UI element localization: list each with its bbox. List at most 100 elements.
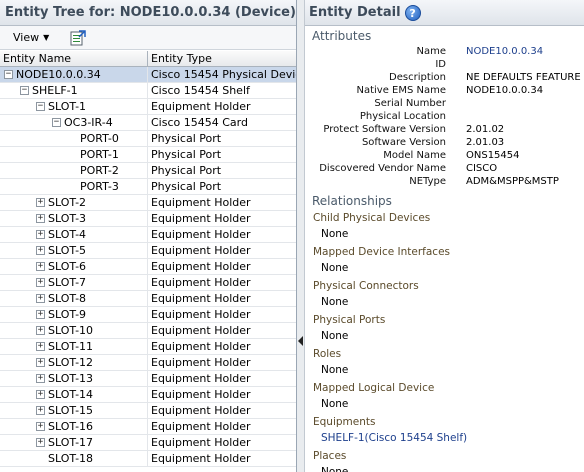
view-menu-button[interactable]: View ▼ — [6, 28, 56, 47]
entity-name-cell: + SLOT-2 — [0, 195, 148, 210]
relationship-label: Equipments — [313, 416, 376, 428]
relationship-value: None — [321, 364, 349, 376]
entity-name-label: SLOT-7 — [48, 276, 87, 289]
tree-row[interactable]: PORT-3 Physical Port — [0, 179, 296, 195]
tree-row[interactable]: + SLOT-16 Equipment Holder — [0, 419, 296, 435]
relationship-value: None — [321, 228, 349, 240]
attribute-row: Description NE DEFAULTS FEATURE — [305, 71, 584, 84]
collapse-icon[interactable]: − — [20, 86, 29, 95]
entity-name-label: PORT-1 — [80, 148, 119, 161]
tree-row[interactable]: + SLOT-15 Equipment Holder — [0, 403, 296, 419]
expand-icon[interactable]: + — [36, 310, 45, 319]
tree-row[interactable]: + SLOT-3 Equipment Holder — [0, 211, 296, 227]
entity-tree-panel: Entity Tree for: NODE10.0.0.34 (Device) … — [0, 0, 309, 472]
entity-type-cell: Equipment Holder — [151, 292, 251, 305]
expand-icon[interactable]: + — [36, 342, 45, 351]
tree-row[interactable]: PORT-1 Physical Port — [0, 147, 296, 163]
tree-row[interactable]: − NODE10.0.0.34 Cisco 15454 Physical Devic… — [0, 67, 296, 83]
tree-row[interactable]: + SLOT-10 Equipment Holder — [0, 323, 296, 339]
attribute-row: Name NODE10.0.0.34 — [305, 45, 584, 58]
tree-row[interactable]: + SLOT-8 Equipment Holder — [0, 291, 296, 307]
relationship-label: Child Physical Devices — [313, 212, 431, 224]
entity-detail-panel: Entity Detail ? Attributes Name NODE10.0.… — [305, 0, 584, 472]
entity-tree-header: Entity Tree for: NODE10.0.0.34 (Device) … — [0, 0, 309, 26]
panel-splitter[interactable] — [297, 0, 305, 472]
tree-row[interactable]: PORT-0 Physical Port — [0, 131, 296, 147]
tree-row[interactable]: + SLOT-14 Equipment Holder — [0, 387, 296, 403]
attribute-row: ID — [305, 58, 584, 71]
entity-name-cell: − SLOT-1 — [0, 99, 148, 114]
entity-name-label: PORT-0 — [80, 132, 119, 145]
expand-icon[interactable]: + — [36, 438, 45, 447]
entity-type-cell: Cisco 15454 Physical Device — [151, 68, 296, 81]
attribute-label: NEType — [409, 176, 446, 187]
tree-row[interactable]: + SLOT-11 Equipment Holder — [0, 339, 296, 355]
entity-type-cell: Physical Port — [151, 180, 222, 193]
expand-icon[interactable]: + — [36, 262, 45, 271]
entity-name-cell: + SLOT-13 — [0, 371, 148, 386]
entity-type-cell: Equipment Holder — [151, 420, 251, 433]
tree-row[interactable]: + SLOT-5 Equipment Holder — [0, 243, 296, 259]
tree-row[interactable]: + SLOT-2 Equipment Holder — [0, 195, 296, 211]
entity-name-cell: + SLOT-10 — [0, 323, 148, 338]
collapse-left-arrow-icon[interactable] — [298, 336, 303, 346]
relationship-value: None — [321, 466, 349, 472]
entity-detail-title: Entity Detail — [309, 5, 401, 20]
entity-name-label: SLOT-15 — [48, 404, 94, 417]
relationship-label: Physical Ports — [313, 314, 386, 326]
tree-row[interactable]: + SLOT-6 Equipment Holder — [0, 259, 296, 275]
entity-name-label: SLOT-3 — [48, 212, 87, 225]
relationship-label: Places — [313, 450, 347, 462]
tree-row[interactable]: − SHELF-1 Cisco 15454 Shelf — [0, 83, 296, 99]
relationship-value: None — [321, 262, 349, 274]
entity-name-cell: PORT-3 — [0, 179, 148, 194]
help-icon[interactable]: ? — [404, 4, 421, 21]
attribute-value[interactable]: NODE10.0.0.34 — [466, 45, 543, 58]
tree-row[interactable]: PORT-2 Physical Port — [0, 163, 296, 179]
entity-name-cell: − SHELF-1 — [0, 83, 148, 98]
entity-name-label: SLOT-17 — [48, 436, 94, 449]
entity-name-cell: + SLOT-16 — [0, 419, 148, 434]
entity-name-cell: − NODE10.0.0.34 — [0, 67, 148, 82]
expand-icon[interactable]: + — [36, 294, 45, 303]
tree-row[interactable]: + SLOT-7 Equipment Holder — [0, 275, 296, 291]
column-header-entity-name[interactable]: Entity Name — [0, 51, 148, 66]
tree-row[interactable]: + SLOT-17 Equipment Holder — [0, 435, 296, 451]
tree-row[interactable]: SLOT-18 Equipment Holder — [0, 451, 296, 467]
entity-name-label: SLOT-16 — [48, 420, 94, 433]
attribute-label: Description — [389, 72, 446, 83]
expand-icon[interactable]: + — [36, 422, 45, 431]
expand-icon[interactable]: + — [36, 390, 45, 399]
expand-icon[interactable]: + — [36, 326, 45, 335]
entity-name-cell: + SLOT-4 — [0, 227, 148, 242]
expand-icon[interactable]: + — [36, 358, 45, 367]
relationship-label: Mapped Device Interfaces — [313, 246, 451, 258]
collapse-icon[interactable]: − — [4, 70, 13, 79]
tree-row[interactable]: − OC3-IR-4 Cisco 15454 Card — [0, 115, 296, 131]
entity-type-cell: Equipment Holder — [151, 212, 251, 225]
attribute-row: NEType ADM&MSPP&MSTP — [305, 175, 584, 188]
entity-name-label: SLOT-9 — [48, 308, 87, 321]
relationship-value[interactable]: SHELF-1(Cisco 15454 Shelf) — [321, 431, 584, 446]
tree-row[interactable]: − SLOT-1 Equipment Holder — [0, 99, 296, 115]
collapse-icon[interactable]: − — [52, 118, 61, 127]
attribute-row: Physical Location — [305, 110, 584, 123]
tree-row[interactable]: + SLOT-13 Equipment Holder — [0, 371, 296, 387]
relationships-section-title: Relationships — [312, 194, 392, 208]
expand-icon[interactable]: + — [36, 246, 45, 255]
export-icon[interactable] — [70, 29, 87, 46]
entity-name-label: SLOT-4 — [48, 228, 87, 241]
tree-row[interactable]: + SLOT-12 Equipment Holder — [0, 355, 296, 371]
expand-icon[interactable]: + — [36, 278, 45, 287]
expand-icon[interactable]: + — [36, 406, 45, 415]
collapse-icon[interactable]: − — [36, 102, 45, 111]
tree-row[interactable]: + SLOT-4 Equipment Holder — [0, 227, 296, 243]
expand-icon[interactable]: + — [36, 198, 45, 207]
attribute-value: NE DEFAULTS FEATURE — [466, 72, 581, 83]
expand-icon[interactable]: + — [36, 230, 45, 239]
expand-icon[interactable]: + — [36, 374, 45, 383]
tree-row[interactable]: + SLOT-9 Equipment Holder — [0, 307, 296, 323]
expand-icon[interactable]: + — [36, 214, 45, 223]
attribute-label: Protect Software Version — [323, 124, 446, 135]
column-header-entity-type[interactable]: Entity Type — [148, 51, 296, 66]
